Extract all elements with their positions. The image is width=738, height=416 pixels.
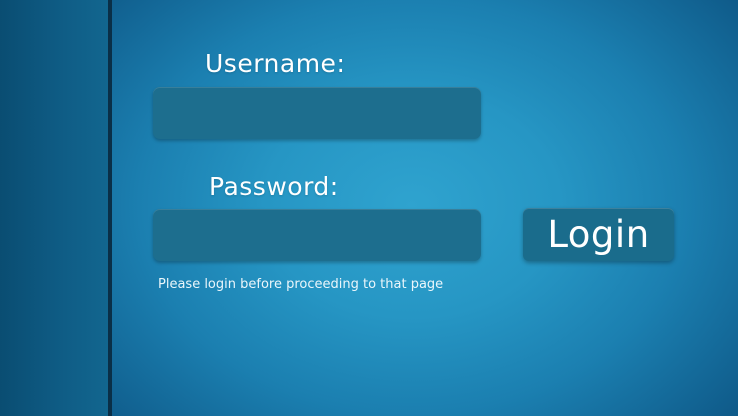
- password-label: Password:: [209, 172, 339, 201]
- login-screen: Username: Password: Login Please login b…: [0, 0, 738, 416]
- password-field[interactable]: [153, 209, 481, 261]
- login-required-message: Please login before proceeding to that p…: [158, 277, 444, 292]
- sidebar-panel: [0, 0, 108, 416]
- username-field[interactable]: [153, 87, 481, 139]
- username-label: Username:: [205, 49, 346, 78]
- login-button[interactable]: Login: [523, 208, 674, 261]
